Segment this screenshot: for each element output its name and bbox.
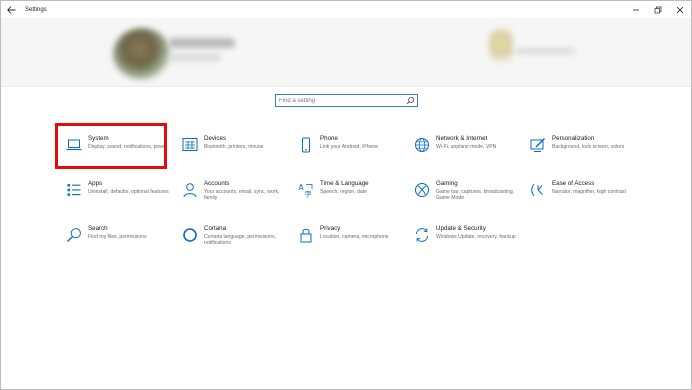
phone-icon — [297, 136, 315, 154]
tile-search[interactable]: Search Find my files, permissions — [65, 225, 177, 265]
tile-text: Ease of Access Narrator, magnifier, high… — [552, 180, 636, 195]
close-button[interactable] — [669, 1, 691, 18]
account-header — [1, 18, 691, 87]
sync-icon — [413, 226, 431, 244]
tile-desc: Narrator, magnifier, high contrast — [552, 189, 626, 195]
tile-personalization[interactable]: Personalization Background, lock screen,… — [529, 135, 641, 175]
tile-text: System Display, sound, notifications, po… — [88, 135, 172, 150]
tile-title: Apps — [88, 180, 103, 187]
avatar[interactable] — [113, 28, 171, 80]
tile-desc: Speech, region, date — [320, 189, 368, 195]
tile-desc: Display, sound, notifications, power — [88, 144, 168, 150]
tile-title: Gaming — [436, 180, 458, 187]
tile-text: Apps Uninstall, defaults, optional featu… — [88, 180, 172, 195]
apps-list-icon — [65, 181, 83, 199]
cortana-icon — [181, 226, 199, 244]
search-icon — [65, 226, 83, 244]
xbox-icon — [413, 181, 431, 199]
rewards-text-blurred — [515, 48, 575, 54]
maximize-button[interactable] — [647, 1, 669, 18]
paintbrush-icon — [529, 136, 547, 154]
tile-desc: Link your Android, iPhone — [320, 144, 379, 150]
tile-system[interactable]: System Display, sound, notifications, po… — [65, 135, 177, 175]
tile-title: Phone — [320, 135, 338, 142]
back-button[interactable] — [1, 1, 21, 18]
restore-icon — [654, 6, 662, 13]
tile-title: Personalization — [552, 135, 595, 142]
tile-title: Update & Security — [436, 225, 486, 232]
minimize-button[interactable] — [625, 1, 647, 18]
tile-ease-of-access[interactable]: Ease of Access Narrator, magnifier, high… — [529, 180, 641, 220]
person-icon — [181, 181, 199, 199]
window-controls — [625, 1, 691, 18]
globe-icon — [413, 136, 431, 154]
tile-title: Ease of Access — [552, 180, 595, 187]
search-icon[interactable] — [406, 96, 415, 105]
tile-text: Gaming Game bar, captures, broadcasting,… — [436, 180, 520, 202]
time-language-icon: A 字 — [297, 181, 315, 199]
tile-network[interactable]: Network & Internet Wi-Fi, airplane mode,… — [413, 135, 525, 175]
tile-text: Devices Bluetooth, printers, mouse — [204, 135, 288, 150]
keyboard-icon — [181, 136, 199, 154]
tile-title: Search — [88, 225, 108, 232]
tile-title: Devices — [204, 135, 227, 142]
tile-desc: Wi-Fi, airplane mode, VPN — [436, 144, 497, 150]
search-box — [275, 94, 418, 107]
tile-desc: Cortana language, permissions, notificat… — [204, 234, 276, 247]
title-bar: Settings — [1, 1, 691, 18]
tile-desc: Your accounts, email, sync, work, family — [204, 189, 280, 202]
tile-text: Network & Internet Wi-Fi, airplane mode,… — [436, 135, 520, 150]
tile-title: Cortana — [204, 225, 227, 232]
tile-desc: Game bar, captures, broadcasting, Game M… — [436, 189, 515, 202]
tile-text: Update & Security Windows Update, recove… — [436, 225, 520, 240]
tile-time-language[interactable]: A 字 Time & Language Speech, region, date — [297, 180, 409, 220]
minimize-icon — [633, 9, 639, 10]
rewards-icon[interactable] — [489, 28, 513, 68]
tile-text: Personalization Background, lock screen,… — [552, 135, 636, 150]
tile-title: System — [88, 135, 109, 142]
window-title: Settings — [25, 6, 47, 13]
tile-privacy[interactable]: Privacy Location, camera, microphone — [297, 225, 409, 265]
tile-text: Time & Language Speech, region, date — [320, 180, 404, 195]
tile-gaming[interactable]: Gaming Game bar, captures, broadcasting,… — [413, 180, 525, 220]
tile-text: Phone Link your Android, iPhone — [320, 135, 404, 150]
tile-desc: Location, camera, microphone — [320, 234, 389, 240]
tile-title: Network & Internet — [436, 135, 488, 142]
laptop-icon — [65, 136, 83, 154]
tile-cortana[interactable]: Cortana Cortana language, permissions, n… — [181, 225, 293, 265]
tile-accounts[interactable]: Accounts Your accounts, email, sync, wor… — [181, 180, 293, 220]
lock-icon — [297, 226, 315, 244]
tile-update-security[interactable]: Update & Security Windows Update, recove… — [413, 225, 525, 265]
svg-text:字: 字 — [305, 190, 312, 199]
close-icon — [676, 6, 684, 13]
tile-title: Accounts — [204, 180, 230, 187]
ease-of-access-icon — [529, 181, 547, 199]
tile-text: Search Find my files, permissions — [88, 225, 172, 240]
tile-title: Time & Language — [320, 180, 369, 187]
tile-title: Privacy — [320, 225, 341, 232]
search-input[interactable] — [276, 95, 407, 106]
tile-apps[interactable]: Apps Uninstall, defaults, optional featu… — [65, 180, 177, 220]
account-email-blurred — [169, 54, 221, 61]
account-name-blurred — [169, 38, 235, 48]
tile-text: Privacy Location, camera, microphone — [320, 225, 404, 240]
tile-phone[interactable]: Phone Link your Android, iPhone — [297, 135, 409, 175]
tile-desc: Uninstall, defaults, optional features — [88, 189, 169, 195]
tile-desc: Find my files, permissions — [88, 234, 147, 240]
tile-text: Accounts Your accounts, email, sync, wor… — [204, 180, 288, 202]
settings-window: Settings Find a setting System Display, … — [0, 0, 692, 390]
tile-desc: Bluetooth, printers, mouse — [204, 144, 264, 150]
tile-desc: Background, lock screen, colors — [552, 144, 625, 150]
back-arrow-icon — [6, 5, 15, 14]
tile-text: Cortana Cortana language, permissions, n… — [204, 225, 288, 247]
tile-devices[interactable]: Devices Bluetooth, printers, mouse — [181, 135, 293, 175]
tile-desc: Windows Update, recovery, backup — [436, 234, 516, 240]
